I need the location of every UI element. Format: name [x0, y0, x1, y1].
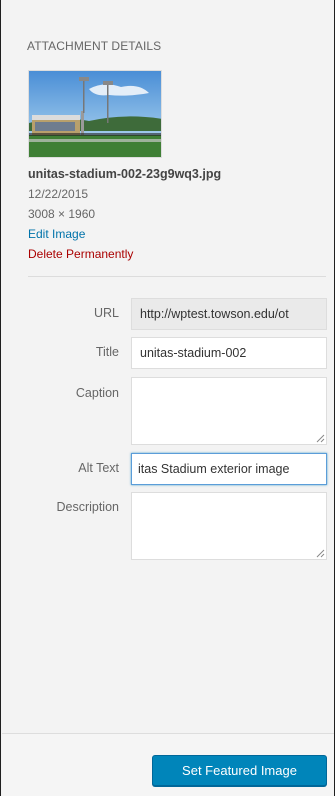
url-label: URL	[93, 306, 119, 320]
description-field[interactable]	[131, 492, 327, 560]
title-label: Title	[95, 345, 119, 359]
url-field[interactable]	[131, 298, 327, 330]
section-divider	[28, 276, 326, 277]
edit-image-link[interactable]: Edit Image	[28, 226, 318, 242]
media-modal-frame: ATTACHMENT DETAILS unitas-stadium-002-23…	[0, 0, 335, 796]
attachment-thumbnail	[28, 70, 162, 158]
caption-field[interactable]	[131, 377, 327, 445]
delete-permanently-link[interactable]: Delete Permanently	[28, 246, 318, 262]
alt-text-field[interactable]	[131, 453, 327, 485]
attachment-details-sidebar: ATTACHMENT DETAILS unitas-stadium-002-23…	[2, 0, 334, 733]
attachment-filename: unitas-stadium-002-23g9wq3.jpg	[28, 167, 222, 181]
image-dimensions: 3008 × 1960	[28, 207, 96, 221]
description-label: Description	[56, 500, 119, 514]
set-featured-image-button[interactable]: Set Featured Image	[152, 755, 327, 786]
title-field[interactable]	[131, 337, 327, 369]
alt-text-label: Alt Text	[78, 461, 119, 475]
section-heading: ATTACHMENT DETAILS	[27, 39, 162, 53]
stadium-photo	[29, 71, 161, 157]
media-toolbar: Set Featured Image	[2, 733, 334, 796]
caption-label: Caption	[75, 386, 119, 400]
upload-date: 12/22/2015	[28, 187, 89, 201]
